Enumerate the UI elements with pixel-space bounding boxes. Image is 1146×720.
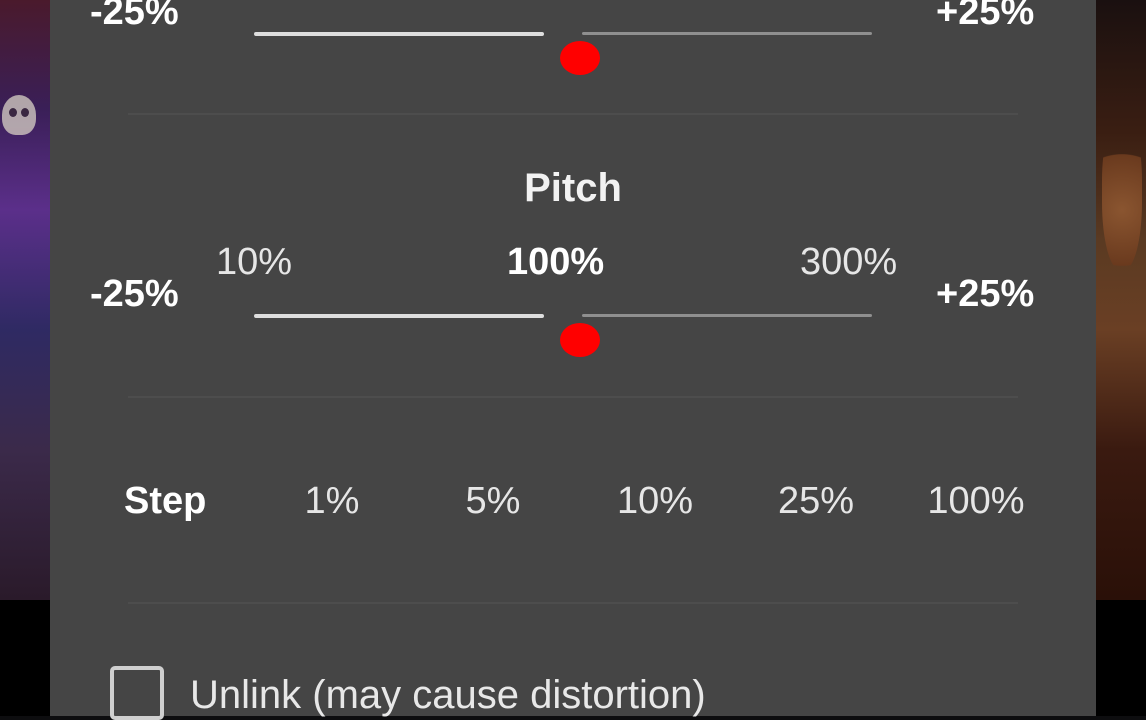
step-option-5[interactable]: 5% (433, 478, 553, 524)
step-selector: Step 1% 5% 10% 25% 100% (50, 478, 1096, 526)
guitar-decoration-icon (1102, 120, 1142, 270)
unlink-checkbox[interactable] (110, 666, 164, 720)
tempo-slider-track (582, 32, 872, 35)
step-option-10[interactable]: 10% (595, 478, 715, 524)
step-option-25[interactable]: 25% (756, 478, 876, 524)
pitch-scale-high: 300% (800, 241, 898, 283)
divider (128, 602, 1018, 604)
tempo-increase-button[interactable]: +25% (936, 0, 1034, 32)
skull-decoration-icon (2, 95, 36, 135)
tempo-slider-track-filled (254, 32, 544, 36)
unlink-checkbox-label[interactable]: Unlink (may cause distortion) (190, 672, 706, 718)
playback-parameters-dialog: -25% +25% Pitch 10% 100% 300% -25% +25% … (50, 0, 1096, 720)
pitch-scale-low: 10% (216, 241, 293, 283)
step-option-1[interactable]: 1% (272, 478, 392, 524)
pitch-scale-center: 100% (507, 241, 605, 283)
pitch-slider-thumb[interactable] (559, 323, 600, 357)
tempo-decrease-button[interactable]: -25% (90, 0, 179, 32)
tempo-slider[interactable] (254, 22, 874, 75)
pitch-slider[interactable] (254, 304, 874, 357)
pitch-decrease-button[interactable]: -25% (90, 274, 179, 314)
pitch-title: Pitch (524, 166, 622, 210)
divider (128, 396, 1018, 398)
step-title: Step (124, 480, 207, 522)
pitch-slider-track (582, 314, 872, 317)
step-option-100[interactable]: 100% (916, 478, 1036, 524)
divider (128, 113, 1018, 115)
tempo-slider-thumb[interactable] (559, 41, 600, 75)
pitch-slider-track-filled (254, 314, 544, 318)
pitch-increase-button[interactable]: +25% (936, 274, 1034, 314)
